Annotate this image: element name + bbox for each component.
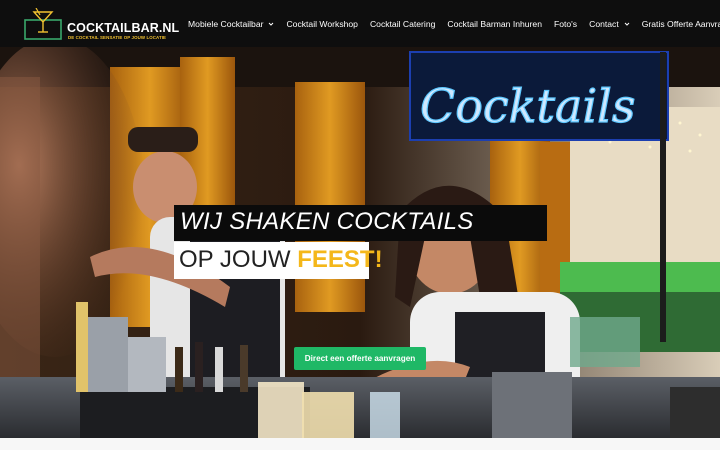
site-logo[interactable]: COCKTAILBAR.NL De cocktail sensatie op j… bbox=[24, 8, 179, 42]
nav-item-cocktail-catering[interactable]: Cocktail Catering bbox=[364, 19, 441, 29]
nav-item-cocktail-workshop[interactable]: Cocktail Workshop bbox=[280, 19, 363, 29]
nav-item-fotos[interactable]: Foto's bbox=[548, 19, 583, 29]
nav-item-contact[interactable]: Contact bbox=[583, 19, 636, 29]
brand-tagline: De cocktail sensatie op jouw locatie bbox=[68, 35, 167, 40]
nav-item-label: Gratis Offerte Aanvragen bbox=[641, 18, 720, 29]
neon-sign-text: Cocktails bbox=[420, 79, 635, 133]
headline-prefix: OP JOUW bbox=[179, 246, 291, 273]
nav-item-label: Cocktail Barman Inhuren bbox=[447, 18, 542, 29]
nav-item-mobiele-cocktailbar[interactable]: Mobiele Cocktailbar bbox=[182, 19, 280, 29]
nav-item-label: Cocktail Workshop bbox=[286, 18, 358, 29]
next-section-edge bbox=[0, 438, 720, 450]
nav-item-label: Cocktail Catering bbox=[369, 18, 436, 29]
brand-name: COCKTAILBAR.NL bbox=[67, 21, 180, 35]
headline-accent: FEEST! bbox=[297, 246, 383, 273]
nav-item-label: Mobiele Cocktailbar bbox=[188, 18, 264, 29]
hero-headline-line1: WIJ SHAKEN COCKTAILS bbox=[174, 205, 547, 241]
hero-headline-line2: OP JOUW FEEST! bbox=[174, 242, 383, 279]
nav-item-gratis-offerte[interactable]: Gratis Offerte Aanvragen bbox=[636, 19, 720, 29]
request-quote-button[interactable]: Direct een offerte aanvragen bbox=[294, 347, 426, 370]
nav-item-barman-inhuren[interactable]: Cocktail Barman Inhuren bbox=[441, 19, 548, 29]
cocktail-glass-logo-icon bbox=[24, 8, 62, 40]
site-header: COCKTAILBAR.NL De cocktail sensatie op j… bbox=[0, 0, 720, 47]
hero-section: Cocktails WIJ SHAKEN COCKTAILS OP JOUW F… bbox=[0, 47, 720, 438]
chevron-down-icon bbox=[269, 22, 274, 26]
nav-item-label: Foto's bbox=[553, 18, 578, 29]
main-navigation: Mobiele Cocktailbar Cocktail Workshop Co… bbox=[182, 0, 720, 47]
chevron-down-icon bbox=[624, 22, 630, 26]
nav-item-label: Contact bbox=[589, 18, 619, 29]
